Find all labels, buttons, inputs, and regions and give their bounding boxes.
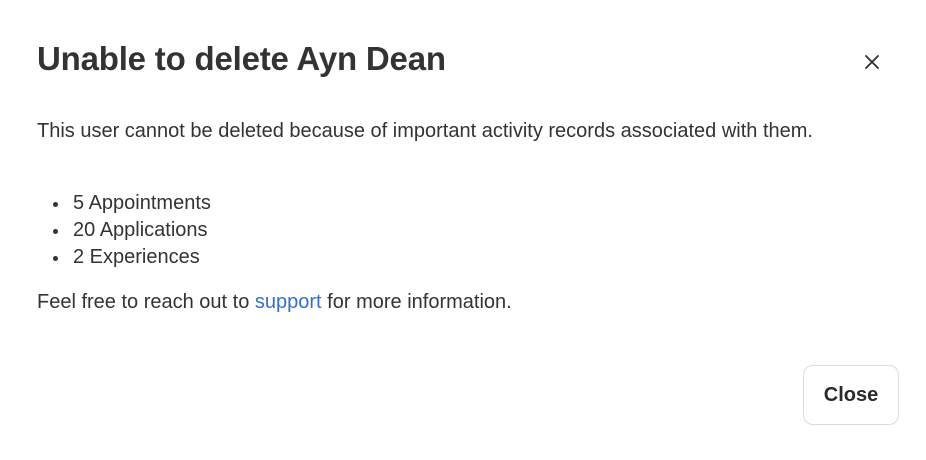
support-message-prefix: Feel free to reach out to <box>37 291 255 313</box>
list-item-applications: 20 Applications <box>37 217 211 244</box>
list-item-appointments: 5 Appointments <box>37 190 211 217</box>
dialog-title: Unable to delete Ayn Dean <box>37 40 446 77</box>
dialog-message: This user cannot be deleted because of i… <box>37 120 813 142</box>
unable-to-delete-dialog: Unable to delete Ayn Dean This user cann… <box>0 0 926 460</box>
support-message-suffix: for more information. <box>321 291 512 313</box>
support-link[interactable]: support <box>255 291 322 313</box>
close-icon[interactable] <box>857 47 887 77</box>
activity-record-list: 5 Appointments 20 Applications 2 Experie… <box>37 190 211 271</box>
list-item-experiences: 2 Experiences <box>37 244 211 271</box>
support-message: Feel free to reach out to support for mo… <box>37 289 512 316</box>
close-button[interactable]: Close <box>803 365 899 425</box>
